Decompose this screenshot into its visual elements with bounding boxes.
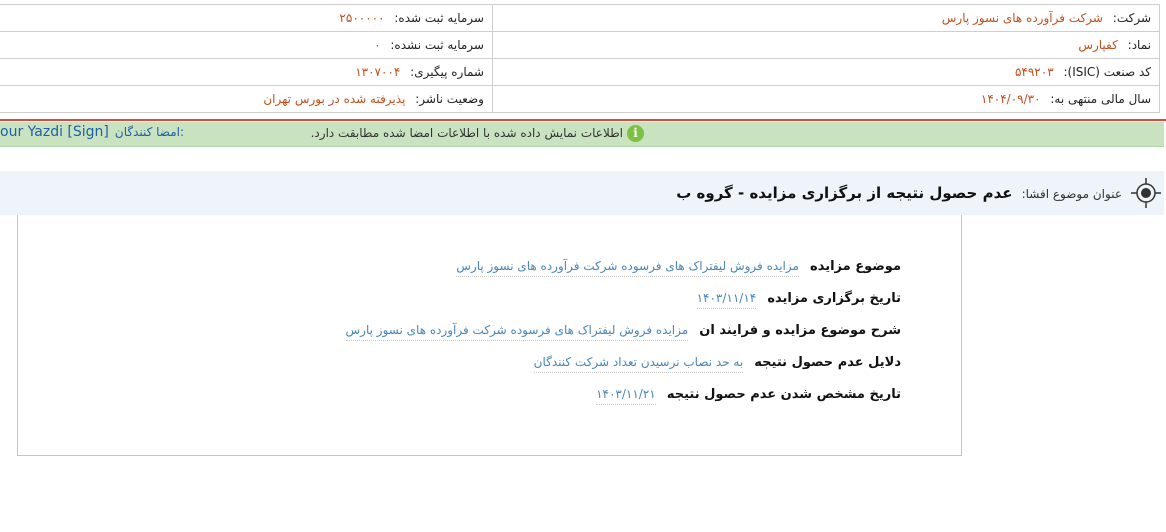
detail-row: شرح موضوع مزایده و فرایند ان مزایده فروش… bbox=[345, 319, 901, 341]
signers: our Yazdi [Sign] امضا کنندگان: bbox=[0, 124, 184, 140]
info-row: شرکت: شرکت فرآورده های نسوز پارس سرمایه … bbox=[0, 4, 1161, 32]
detail-label: دلایل عدم حصول نتیجه bbox=[754, 355, 901, 370]
detail-label: تاریخ برگزاری مزایده bbox=[767, 291, 901, 306]
detail-value: مزایده فروش لیفتراک های فرسوده شرکت فرآو… bbox=[345, 323, 689, 341]
detail-value: مزایده فروش لیفتراک های فرسوده شرکت فرآو… bbox=[456, 259, 799, 277]
signature-bar: our Yazdi [Sign] امضا کنندگان: i اطلاعات ن… bbox=[0, 122, 1164, 147]
detail-row: دلایل عدم حصول نتیجه به حد نصاب نرسیدن ت… bbox=[533, 351, 901, 373]
disclosure-title: عنوان موضوع افشا: عدم حصول نتیجه از برگز… bbox=[676, 183, 1122, 202]
detail-label: تاریخ مشخص شدن عدم حصول نتیجه bbox=[666, 387, 901, 402]
detail-value: به حد نصاب نرسیدن تعداد شرکت کنندگان bbox=[533, 355, 744, 373]
header-divider bbox=[0, 119, 1166, 121]
signers-link[interactable]: our Yazdi [Sign] bbox=[0, 124, 109, 140]
registered-capital-cell: سرمایه ثبت شده: ۲۵۰۰۰۰۰ bbox=[0, 4, 493, 32]
publisher-status-value: پذیرفته شده در بورس تهران bbox=[263, 92, 406, 106]
symbol-label: نماد: bbox=[1127, 38, 1151, 52]
info-row: کد صنعت (ISIC): ۵۴۹۲۰۳ شماره پیگیری: ۱۳۰… bbox=[0, 58, 1161, 86]
target-icon bbox=[1131, 178, 1161, 208]
fiscal-year-value: ۱۴۰۴/۰۹/۳۰ bbox=[980, 92, 1041, 106]
detail-row: تاریخ برگزاری مزایده ۱۴۰۳/۱۱/۱۴ bbox=[696, 287, 901, 309]
disclosure-title-bar: عنوان موضوع افشا: عدم حصول نتیجه از برگز… bbox=[0, 171, 1164, 215]
notice-text: اطلاعات نمایش داده شده با اطلاعات امضا ش… bbox=[310, 126, 623, 140]
info-row: سال مالی منتهی به: ۱۴۰۴/۰۹/۳۰ وضعیت ناشر… bbox=[0, 85, 1161, 113]
details-panel: موضوع مزایده مزایده فروش لیفتراک های فرس… bbox=[17, 215, 962, 456]
tracking-label: شماره پیگیری: bbox=[410, 65, 484, 79]
detail-value: ۱۴۰۳/۱۱/۲۱ bbox=[596, 387, 656, 405]
company-cell: شرکت: شرکت فرآورده های نسوز پارس bbox=[491, 4, 1161, 32]
company-label: شرکت: bbox=[1112, 11, 1151, 25]
unregistered-capital-value: ۰ bbox=[374, 38, 381, 52]
detail-row: موضوع مزایده مزایده فروش لیفتراک های فرس… bbox=[456, 255, 901, 277]
fiscal-year-cell: سال مالی منتهی به: ۱۴۰۴/۰۹/۳۰ bbox=[491, 85, 1161, 113]
tracking-cell: شماره پیگیری: ۱۳۰۷۰۰۴ bbox=[0, 58, 493, 86]
detail-label: شرح موضوع مزایده و فرایند ان bbox=[699, 323, 901, 338]
detail-label: موضوع مزایده bbox=[810, 259, 901, 274]
publisher-status-label: وضعیت ناشر: bbox=[415, 92, 484, 106]
symbol-value: کفپارس bbox=[1078, 38, 1118, 52]
disclosure-title-value: عدم حصول نتیجه از برگزاری مزایده - گروه … bbox=[676, 184, 1013, 202]
signature-notice: i اطلاعات نمایش داده شده با اطلاعات امضا … bbox=[311, 125, 644, 142]
fiscal-year-label: سال مالی منتهی به: bbox=[1050, 92, 1151, 106]
tracking-value: ۱۳۰۷۰۰۴ bbox=[355, 65, 401, 79]
registered-capital-label: سرمایه ثبت شده: bbox=[394, 11, 484, 25]
signers-label: امضا کنندگان: bbox=[114, 125, 185, 139]
unregistered-capital-label: سرمایه ثبت نشده: bbox=[390, 38, 484, 52]
info-row: نماد: کفپارس سرمایه ثبت نشده: ۰ bbox=[0, 31, 1161, 59]
info-icon: i bbox=[627, 125, 644, 142]
publisher-status-cell: وضعیت ناشر: پذیرفته شده در بورس تهران bbox=[0, 85, 493, 113]
isic-label: کد صنعت (ISIC): bbox=[1063, 65, 1151, 79]
company-value: شرکت فرآورده های نسوز پارس bbox=[941, 11, 1103, 25]
isic-cell: کد صنعت (ISIC): ۵۴۹۲۰۳ bbox=[491, 58, 1161, 86]
unregistered-capital-cell: سرمایه ثبت نشده: ۰ bbox=[0, 31, 493, 59]
detail-row: تاریخ مشخص شدن عدم حصول نتیجه ۱۴۰۳/۱۱/۲۱ bbox=[596, 383, 901, 405]
disclosure-title-label: عنوان موضوع افشا: bbox=[1021, 187, 1122, 201]
registered-capital-value: ۲۵۰۰۰۰۰ bbox=[339, 11, 385, 25]
detail-value: ۱۴۰۳/۱۱/۱۴ bbox=[696, 291, 757, 309]
symbol-cell: نماد: کفپارس bbox=[491, 31, 1161, 59]
company-info-table: شرکت: شرکت فرآورده های نسوز پارس سرمایه … bbox=[0, 4, 1161, 113]
isic-value: ۵۴۹۲۰۳ bbox=[1014, 65, 1054, 79]
